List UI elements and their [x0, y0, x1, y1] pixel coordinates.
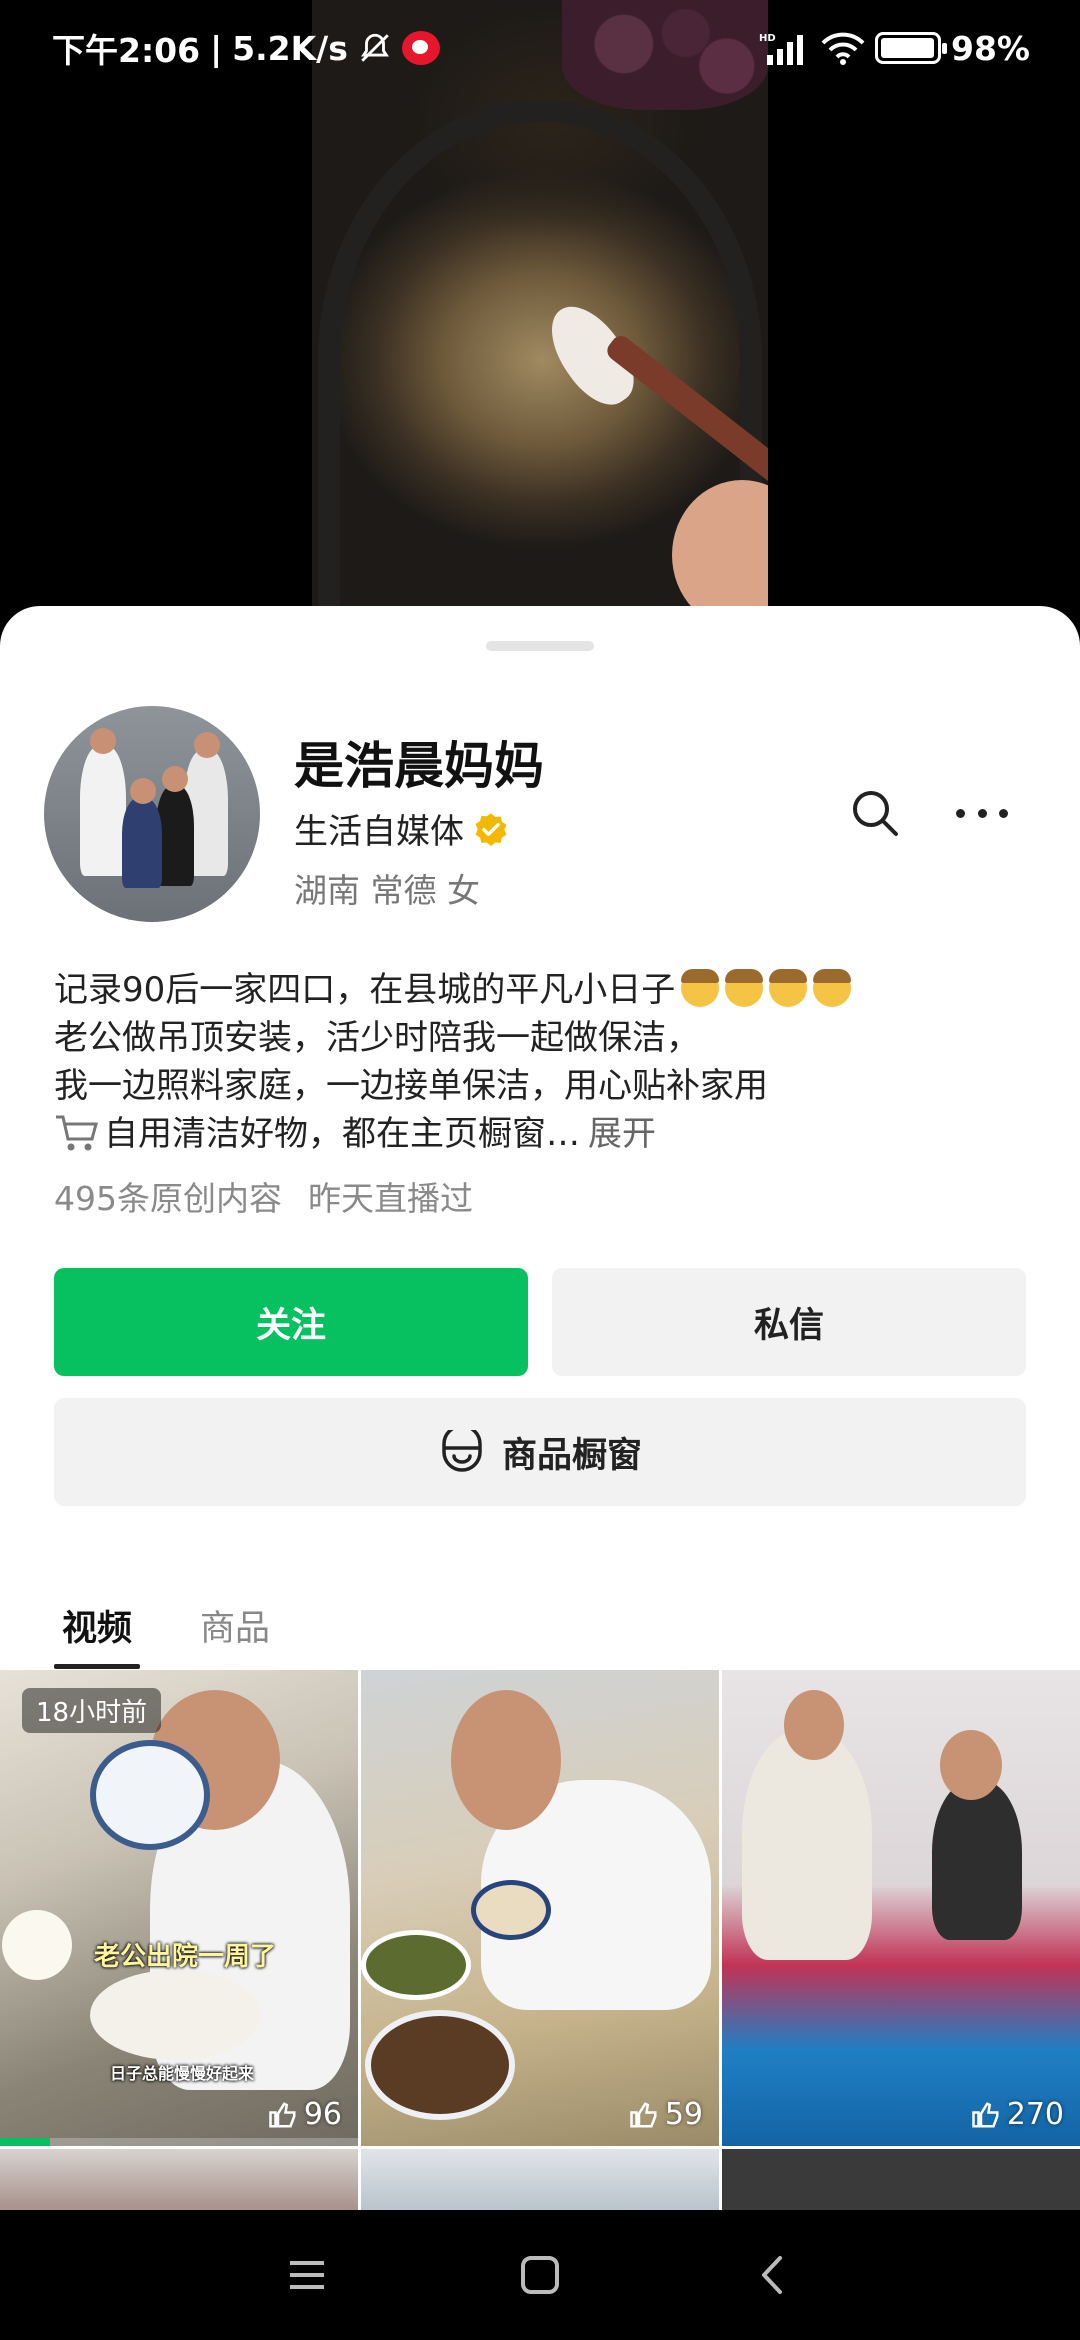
boy-emoji-icon	[813, 969, 852, 1007]
bell-muted-icon	[360, 33, 389, 62]
video-caption: 老公出院一周了	[94, 1942, 277, 1972]
bio-text: 记录90后一家四口，在县城的平凡小日子	[54, 970, 676, 1010]
profile-bio[interactable]: 记录90后一家四口，在县城的平凡小日子 老公做吊顶安装，活少时陪我一起做保洁， …	[54, 966, 1044, 1158]
avatar[interactable]	[44, 706, 260, 922]
content-tabs: 视频 商品	[54, 1596, 278, 1669]
thumbs-up-icon	[630, 2101, 657, 2127]
back-icon[interactable]	[750, 2252, 796, 2298]
thumb-face	[784, 1690, 844, 1760]
avatar-head	[162, 766, 188, 792]
video-background[interactable]	[0, 0, 1080, 640]
video-thumbnail[interactable]	[361, 2149, 719, 2211]
thumb-person	[932, 1780, 1022, 1940]
thumbs-up-icon	[971, 2101, 999, 2127]
avatar-head	[194, 732, 220, 758]
live-status[interactable]: 昨天直播过	[308, 1172, 473, 1220]
avatar-head	[130, 778, 156, 804]
more-icon[interactable]	[950, 786, 1014, 840]
thumb-plate	[361, 1930, 471, 2000]
thumb-face	[940, 1730, 1002, 1800]
status-bar: 下午2:06 | 5.2K/s HD 98%	[0, 0, 1080, 96]
battery-percent: 98%	[951, 28, 1030, 68]
thumb-plate	[90, 1970, 260, 2060]
drag-handle[interactable]	[486, 641, 594, 651]
like-count: 270	[971, 2097, 1064, 2132]
svg-text:HD: HD	[759, 33, 776, 44]
bio-line: 记录90后一家四口，在县城的平凡小日子	[54, 966, 1044, 1014]
bio-line: 我一边照料家庭，一边接单保洁，用心贴补家用	[54, 1066, 768, 1106]
message-button[interactable]: 私信	[552, 1268, 1026, 1376]
expand-link[interactable]: 展开	[588, 1114, 656, 1154]
status-right: HD 98%	[759, 29, 1030, 68]
more-dot	[956, 808, 965, 818]
more-dot	[977, 808, 987, 818]
menu-icon[interactable]	[284, 2252, 330, 2298]
profile-name: 是浩晨妈妈	[294, 737, 544, 795]
video-grid: 18小时前 老公出院一周了 日子总能慢慢好起来 96 59 270	[0, 1670, 1080, 2211]
tab-videos[interactable]: 视频	[54, 1596, 141, 1669]
avatar-head	[90, 728, 116, 754]
avatar-figure	[122, 798, 162, 888]
more-dot	[999, 808, 1008, 818]
wifi-icon	[821, 32, 865, 65]
like-count: 96	[268, 2097, 342, 2132]
search-icon[interactable]	[848, 786, 902, 840]
status-left: 下午2:06 | 5.2K/s	[52, 24, 440, 72]
thumb-plate	[365, 2010, 515, 2120]
thumb-person	[742, 1730, 872, 1960]
time-badge: 18小时前	[22, 1688, 162, 1733]
like-count-value: 96	[303, 2097, 342, 2132]
shopping-cart-icon	[56, 1115, 98, 1151]
avatar-figure	[80, 746, 126, 876]
thumb-bowl	[90, 1740, 210, 1850]
profile-stats: 495条原创内容 昨天直播过	[54, 1172, 473, 1220]
watch-progress-fill	[0, 2138, 51, 2146]
weibo-icon	[401, 31, 440, 65]
system-nav-bar	[0, 2210, 1080, 2340]
video-thumbnail[interactable]: 18小时前 老公出院一周了 日子总能慢慢好起来 96	[0, 1670, 358, 2146]
thumbs-up-icon	[269, 2101, 296, 2127]
status-net-speed: 5.2K/s	[232, 28, 348, 68]
watch-progress-bar	[0, 2138, 358, 2146]
like-count: 59	[629, 2097, 703, 2132]
man-emoji-icon	[681, 969, 720, 1007]
signal-icon: HD	[759, 33, 803, 65]
video-thumbnail[interactable]: 59	[361, 1670, 719, 2146]
bio-line: 自用清洁好物，都在主页橱窗… 展开	[54, 1110, 1044, 1158]
shop-button-label: 商品橱窗	[501, 1435, 642, 1476]
shop-button[interactable]: 商品橱窗	[54, 1398, 1026, 1506]
status-divider: |	[210, 28, 223, 68]
thumb-face	[451, 1690, 561, 1830]
like-count-value: 270	[1006, 2097, 1064, 2132]
video-thumbnail[interactable]	[722, 2149, 1080, 2211]
woman-emoji-icon	[725, 969, 764, 1007]
girl-emoji-icon	[769, 969, 808, 1007]
video-thumbnail[interactable]: 270	[722, 1670, 1080, 2146]
bio-line: 老公做吊顶安装，活少时陪我一起做保洁，	[54, 1018, 700, 1058]
battery-fill	[881, 38, 934, 58]
status-time: 下午2:06	[52, 31, 201, 70]
shop-window-icon	[442, 1430, 482, 1472]
thumb-bowl	[471, 1880, 551, 1940]
profile-tag-label: 生活自媒体	[294, 812, 464, 852]
bio-text: 自用清洁好物，都在主页橱窗…	[104, 1114, 580, 1154]
like-count-value: 59	[664, 2097, 703, 2132]
video-subcaption: 日子总能慢慢好起来	[110, 2064, 255, 2083]
video-thumbnail[interactable]	[0, 2149, 358, 2211]
thumb-egg	[2, 1910, 72, 1980]
home-icon[interactable]	[517, 2252, 563, 2298]
posts-count: 495条原创内容	[54, 1179, 282, 1218]
battery-icon	[875, 32, 947, 64]
verified-icon	[475, 812, 507, 846]
follow-button[interactable]: 关注	[54, 1268, 528, 1376]
profile-location: 湖南 常德 女	[294, 871, 480, 910]
profile-tag: 生活自媒体	[294, 804, 508, 853]
profile-sheet: 是浩晨妈妈 生活自媒体 湖南 常德 女 记录90后一家四口，在县城的平凡小日子 …	[0, 606, 1080, 2211]
tab-products[interactable]: 商品	[192, 1596, 278, 1669]
